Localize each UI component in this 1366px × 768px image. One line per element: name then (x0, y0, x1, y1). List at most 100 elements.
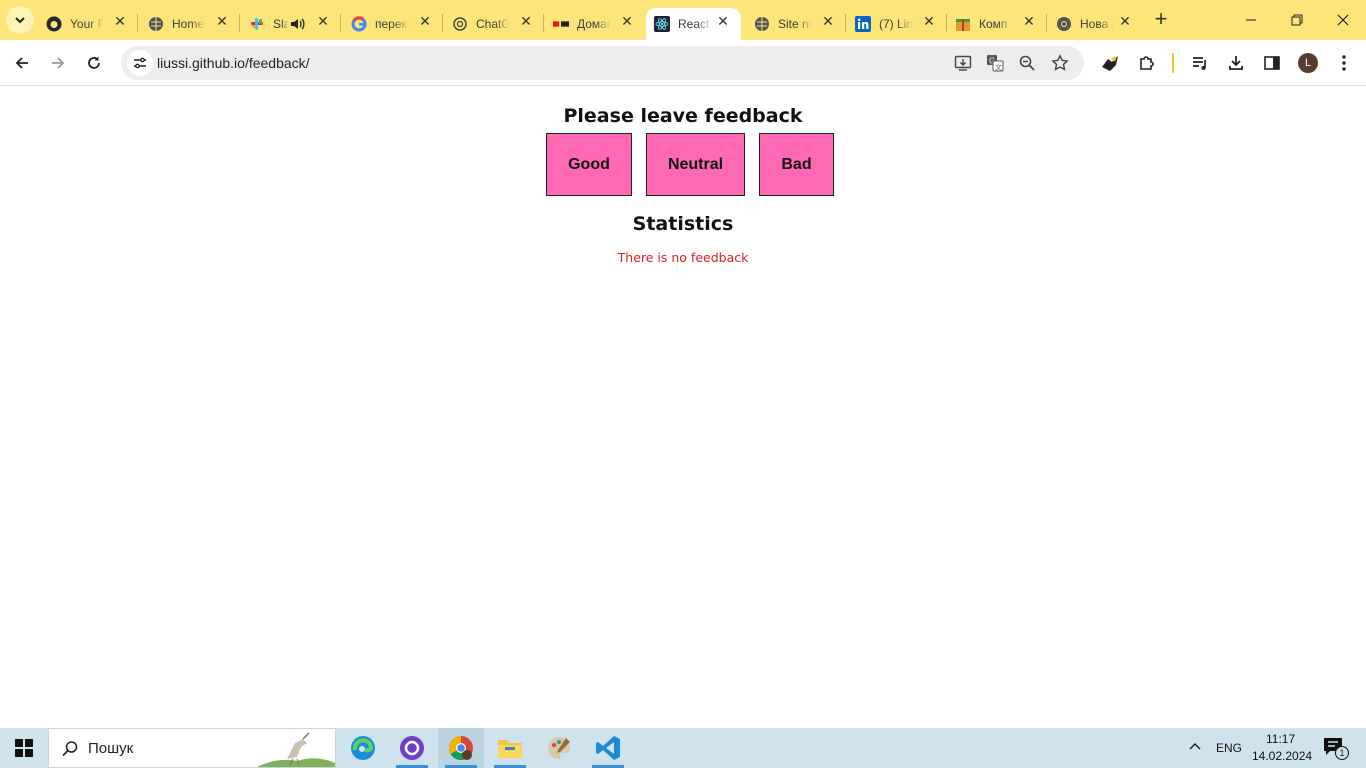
taskbar-search-box[interactable]: Пошук (48, 728, 336, 768)
tab-divider (1046, 14, 1047, 32)
chrome-icon (1056, 16, 1072, 32)
bad-button[interactable]: Bad (759, 133, 834, 196)
browser-tab[interactable]: ChatGPT ✕ (444, 8, 544, 40)
start-button[interactable] (0, 728, 48, 768)
clock-date[interactable]: 14.02.2024 (1252, 749, 1312, 763)
tab-title: переклад (375, 17, 409, 31)
tab-search-button[interactable] (6, 6, 34, 34)
neutral-button[interactable]: Neutral (646, 133, 745, 196)
tab-strip: Your Repositories ✕ Home ✕ Slack ✕ перек… (0, 0, 1366, 40)
close-tab-icon[interactable]: ✕ (619, 13, 635, 29)
close-tab-icon[interactable]: ✕ (518, 13, 534, 29)
browser-tab[interactable]: переклад ✕ (343, 8, 443, 40)
close-tab-icon[interactable]: ✕ (417, 13, 433, 29)
extensions-button[interactable] (1133, 49, 1161, 77)
bookmark-star-icon[interactable] (1050, 53, 1070, 73)
download-icon (1229, 56, 1243, 70)
linkedin-icon (855, 16, 871, 32)
clock-time[interactable]: 11:17 (1266, 732, 1295, 746)
browser-tab[interactable]: Домашня ✕ (545, 8, 645, 40)
restore-icon (1291, 14, 1303, 26)
browser-tab-active[interactable]: React App ✕ (646, 8, 741, 40)
tab-divider (340, 14, 341, 32)
chrome-icon (448, 736, 473, 761)
page-content: Please leave feedback Good Neutral Bad S… (0, 87, 1366, 728)
tab-title: Комп (979, 17, 1008, 31)
reload-icon (88, 56, 100, 69)
search-icon (61, 740, 79, 763)
address-bar[interactable]: liussi.github.io/feedback/ G文 (121, 46, 1084, 80)
close-tab-icon[interactable]: ✕ (112, 13, 128, 29)
extension-mascot-icon (1102, 56, 1118, 71)
close-tab-icon[interactable]: ✕ (315, 13, 331, 29)
taskbar-file-explorer[interactable] (487, 728, 533, 768)
close-tab-icon[interactable]: ✕ (715, 13, 731, 29)
downloads-button[interactable] (1222, 49, 1250, 77)
taskbar-edge[interactable] (340, 728, 386, 768)
forward-button[interactable] (44, 49, 72, 77)
close-tab-icon[interactable]: ✕ (921, 13, 937, 29)
tab-divider (845, 14, 846, 32)
google-icon (351, 16, 367, 32)
show-hidden-icons-button[interactable] (1188, 740, 1208, 756)
taskbar-chrome[interactable] (438, 728, 484, 768)
browser-tab[interactable]: Нова вкладка ✕ (1048, 8, 1143, 40)
restore-window-button[interactable] (1283, 6, 1311, 34)
slack-icon (249, 16, 265, 32)
side-panel-icon (1264, 56, 1280, 70)
browser-tab[interactable]: Slack ✕ (241, 8, 341, 40)
minimize-window-button[interactable] (1237, 6, 1265, 34)
goit-icon (553, 16, 569, 32)
reload-button[interactable] (80, 49, 108, 77)
browser-tab[interactable]: Your Repositories ✕ (38, 8, 138, 40)
browser-tab[interactable]: (7) LinkedIn ✕ (847, 8, 947, 40)
notification-center-button[interactable]: 1 (1322, 736, 1352, 762)
arrow-left-icon (15, 57, 28, 69)
browser-tab[interactable]: Site not found ✕ (746, 8, 846, 40)
windows-taskbar: Пошук ENG 11:17 14.02.2024 1 (0, 728, 1366, 768)
browser-tab[interactable]: Комп ✕ (947, 8, 1047, 40)
taskbar-paint[interactable] (536, 728, 582, 768)
tab-title: ChatGPT (476, 17, 510, 31)
close-tab-icon[interactable]: ✕ (1021, 13, 1037, 29)
url-text[interactable]: liussi.github.io/feedback/ (157, 55, 310, 71)
taskbar-github-desktop[interactable] (389, 728, 435, 768)
zoom-icon[interactable] (1017, 53, 1037, 73)
back-button[interactable] (8, 49, 36, 77)
tab-title: Slack (273, 17, 289, 31)
vscode-icon (596, 736, 620, 760)
tab-divider (543, 14, 544, 32)
paint-palette-icon (548, 737, 570, 759)
svg-text:文: 文 (995, 63, 1002, 72)
playlist-icon (1193, 57, 1206, 70)
tab-divider (137, 14, 138, 32)
close-tab-icon[interactable]: ✕ (1117, 13, 1133, 29)
input-language-indicator[interactable]: ENG (1216, 741, 1242, 755)
chatgpt-icon (452, 16, 468, 32)
minimize-icon (1246, 19, 1256, 21)
media-control-button[interactable] (1186, 49, 1214, 77)
side-panel-button[interactable] (1258, 49, 1286, 77)
browser-menu-button[interactable] (1330, 49, 1358, 77)
translate-icon[interactable]: G文 (985, 53, 1005, 73)
browser-tab[interactable]: Home ✕ (140, 8, 240, 40)
tab-title: (7) LinkedIn (879, 17, 913, 31)
edge-icon (351, 736, 375, 760)
extension-button[interactable] (1096, 49, 1124, 77)
chevron-down-icon (15, 17, 25, 24)
tab-title: Домашня (577, 17, 611, 31)
site-info-button[interactable] (127, 50, 153, 76)
good-button[interactable]: Good (546, 133, 632, 196)
close-tab-icon[interactable]: ✕ (820, 13, 836, 29)
new-tab-button[interactable]: + (1150, 8, 1172, 32)
taskbar-vscode[interactable] (585, 728, 631, 768)
tab-divider (442, 14, 443, 32)
close-tab-icon[interactable]: ✕ (214, 13, 230, 29)
close-window-button[interactable] (1329, 6, 1357, 34)
no-feedback-notice: There is no feedback (617, 250, 749, 265)
install-app-icon[interactable] (953, 53, 973, 73)
profile-avatar[interactable]: L (1298, 53, 1318, 73)
tab-title: Home (172, 17, 205, 31)
speaker-icon[interactable] (289, 16, 305, 35)
gift-icon (955, 16, 971, 32)
